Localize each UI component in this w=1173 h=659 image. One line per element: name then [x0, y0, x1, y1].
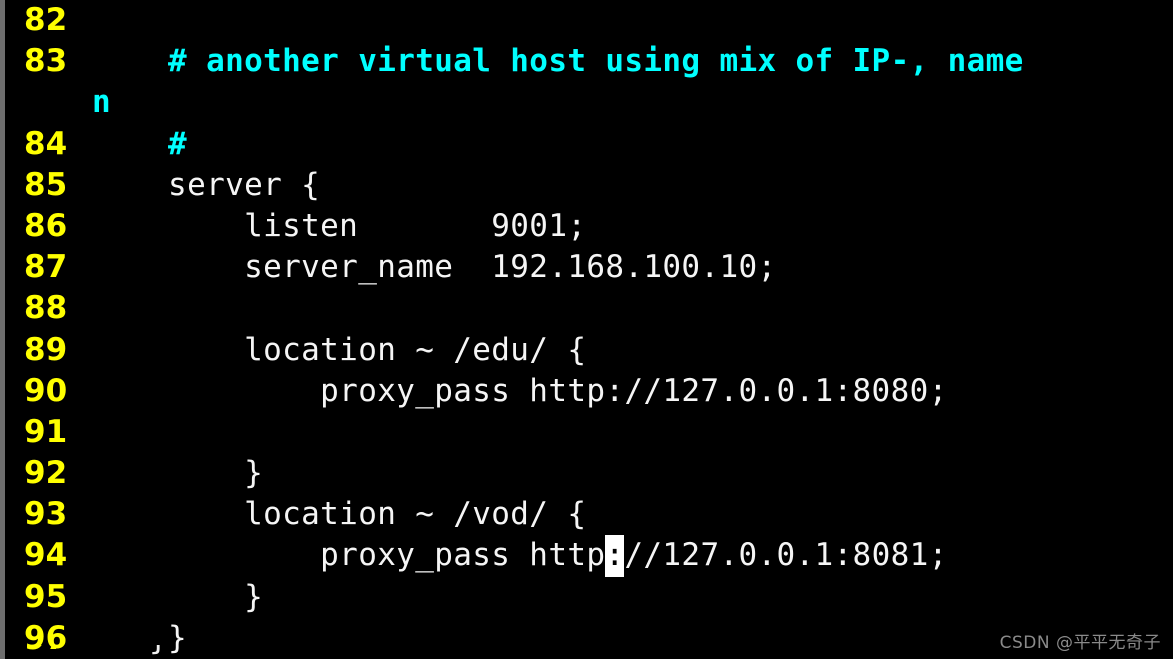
text-cursor[interactable]: : [605, 535, 625, 577]
line-content: } [92, 578, 264, 615]
line-number: 83 [24, 43, 68, 80]
code-area[interactable]: 82 83 # another virtual host using mix o… [0, 0, 1173, 659]
code-line-row[interactable]: 85 server { [0, 165, 1173, 206]
line-number: 97 [24, 645, 94, 659]
line-number: 89 [24, 331, 68, 368]
line-number: 94 [24, 537, 68, 574]
line-content: location ~ /edu/ { [92, 331, 587, 368]
wrapped-line-row: n [0, 82, 1173, 123]
clipped-next-line: 97 } [0, 645, 1173, 659]
code-line-row[interactable]: 82 [0, 0, 1173, 41]
line-content: proxy_pass http://127.0.0.1:8081; [92, 535, 948, 577]
code-line-row[interactable]: 83 # another virtual host using mix of I… [0, 41, 1173, 82]
csdn-watermark: CSDN @平平无奇子 [999, 633, 1161, 653]
line-content: server_name 192.168.100.10; [92, 249, 777, 286]
code-line-row: 97 } [0, 645, 1173, 659]
code-line-row[interactable]: 95 } [0, 577, 1173, 618]
line-text-before-cursor: proxy_pass http [92, 537, 606, 574]
line-number: 93 [24, 496, 68, 533]
window-left-edge [0, 0, 5, 659]
line-number: 90 [24, 372, 68, 409]
line-number: 92 [24, 455, 68, 492]
line-content: # [92, 125, 188, 162]
line-content: server { [92, 166, 321, 203]
code-line-row[interactable]: 84 # [0, 124, 1173, 165]
line-text-after-cursor: //127.0.0.1:8081; [624, 537, 948, 574]
line-number: 85 [24, 166, 68, 203]
line-content: location ~ /vod/ { [92, 496, 587, 533]
line-number: 82 [24, 2, 68, 38]
line-content: # another virtual host using mix of IP-,… [92, 43, 1024, 80]
code-line-row[interactable]: 87 server_name 192.168.100.10; [0, 247, 1173, 288]
code-line-row[interactable]: 92 } [0, 453, 1173, 494]
line-number: 86 [24, 207, 68, 244]
code-line-row[interactable]: 86 listen 9001; [0, 206, 1173, 247]
code-line-row[interactable]: 90 proxy_pass http://127.0.0.1:8080; [0, 371, 1173, 412]
code-line-row-active[interactable]: 94 proxy_pass http://127.0.0.1:8081; [0, 535, 1173, 577]
line-number: 87 [24, 249, 68, 286]
line-content: listen 9001; [92, 207, 587, 244]
line-content: proxy_pass http://127.0.0.1:8080; [92, 372, 948, 409]
code-line-row[interactable]: 93 location ~ /vod/ { [0, 494, 1173, 535]
terminal-editor-screen: 82 83 # another virtual host using mix o… [0, 0, 1173, 659]
wrapped-line-content: n [92, 84, 112, 121]
code-line-row[interactable]: 91 [0, 412, 1173, 453]
code-line-row[interactable]: 89 location ~ /edu/ { [0, 330, 1173, 371]
code-line-row[interactable]: 88 [0, 288, 1173, 329]
line-number: 84 [24, 125, 68, 162]
line-content: } [92, 455, 264, 492]
line-number: 95 [24, 578, 68, 615]
line-number: 91 [24, 413, 68, 450]
line-number: 88 [24, 290, 68, 327]
line-content: } [92, 645, 168, 659]
